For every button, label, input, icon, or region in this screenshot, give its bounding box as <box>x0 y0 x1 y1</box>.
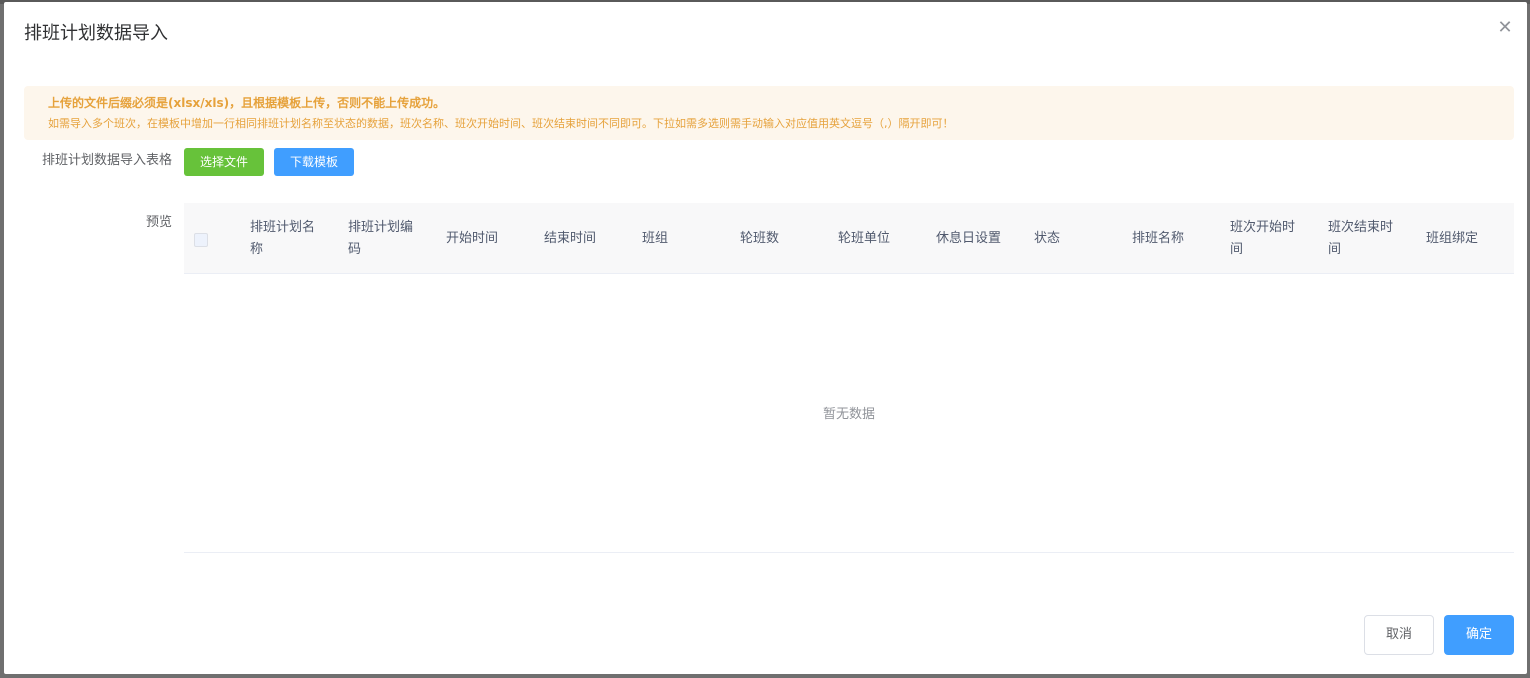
warning-alert: 上传的文件后缀必须是(xlsx/xls)，且根据模板上传，否则不能上传成功。 如… <box>24 86 1514 140</box>
alert-title: 上传的文件后缀必须是(xlsx/xls)，且根据模板上传，否则不能上传成功。 <box>48 96 446 110</box>
preview-table: 排班计划名称 排班计划编码 开始时间 结束时间 班组 轮班数 轮班单位 休息日设置 状态 排班名称… <box>184 203 1514 553</box>
column-header: 轮班数 <box>740 230 780 246</box>
select-file-button[interactable]: 选择文件 <box>184 148 264 176</box>
column-header: 班次结束时间 <box>1328 219 1394 257</box>
confirm-button[interactable]: 确定 <box>1444 615 1514 655</box>
dialog-title: 排班计划数据导入 <box>24 23 168 44</box>
select-all-checkbox[interactable] <box>194 233 208 247</box>
column-header: 班组 <box>642 230 669 246</box>
download-template-button[interactable]: 下载模板 <box>274 148 354 176</box>
column-header: 状态 <box>1034 230 1061 246</box>
upload-form-label: 排班计划数据导入表格 <box>41 153 172 168</box>
alert-description: 如需导入多个班次，在模板中增加一行相同排班计划名称至状态的数据，班次名称、班次开… <box>48 117 954 130</box>
column-header: 结束时间 <box>544 230 597 246</box>
empty-state-text: 暂无数据 <box>822 407 875 422</box>
column-header: 班次开始时间 <box>1230 219 1296 257</box>
column-header: 班组绑定 <box>1426 230 1479 246</box>
close-icon[interactable]: ✕ <box>1495 18 1515 38</box>
preview-form-label: 预览 <box>145 215 172 230</box>
column-header: 休息日设置 <box>936 230 1002 246</box>
table-header: 排班计划名称 排班计划编码 开始时间 结束时间 班组 轮班数 轮班单位 休息日设置 状态 排班名称… <box>184 203 1514 274</box>
column-header: 排班名称 <box>1132 230 1185 246</box>
cancel-button[interactable]: 取消 <box>1364 615 1434 655</box>
column-header: 排班计划编码 <box>348 219 414 257</box>
column-header: 开始时间 <box>446 230 499 246</box>
import-dialog: 排班计划数据导入 ✕ 上传的文件后缀必须是(xlsx/xls)，且根据模板上传，… <box>4 2 1527 674</box>
column-header: 排班计划名称 <box>250 219 316 257</box>
column-header: 轮班单位 <box>838 230 891 246</box>
